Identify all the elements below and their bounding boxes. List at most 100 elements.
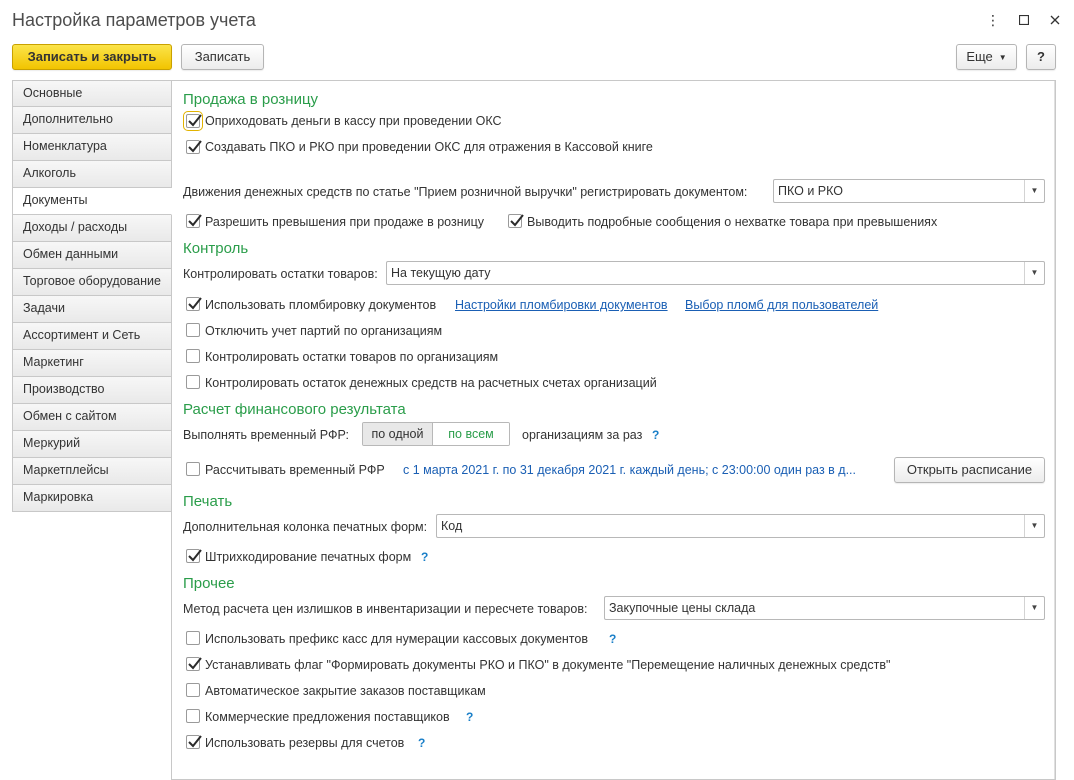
sidebar-item-additional[interactable]: Дополнительно: [12, 107, 172, 134]
checkbox-reserves[interactable]: [186, 735, 202, 749]
checkbox-reserves-label: Использовать резервы для счетов: [205, 736, 405, 750]
checkmark-icon: [188, 214, 202, 227]
save-button[interactable]: Записать: [181, 44, 264, 70]
checkbox-auto-close[interactable]: [186, 683, 200, 697]
print-column-value: Код: [441, 519, 463, 533]
sidebar-item-mercury[interactable]: Меркурий: [12, 431, 172, 458]
chevron-down-icon[interactable]: ▼: [1024, 262, 1044, 284]
price-method-label: Метод расчета цен излишков в инвентариза…: [183, 602, 588, 616]
sidebar-item-assortment[interactable]: Ассортимент и Сеть: [12, 323, 172, 350]
checkbox-allow-excess-label: Разрешить превышения при продаже в розни…: [205, 215, 485, 229]
sidebar-item-marketing[interactable]: Маркетинг: [12, 350, 172, 377]
help-button[interactable]: ?: [1026, 44, 1056, 70]
checkbox-cash-by-org[interactable]: [186, 375, 200, 389]
section-heading-retail: Продажа в розницу: [183, 91, 319, 108]
section-heading-control: Контроль: [183, 240, 249, 257]
sidebar-item-production[interactable]: Производство: [12, 377, 172, 404]
checkbox-cash-by-org-label: Контролировать остаток денежных средств …: [205, 376, 657, 390]
checkbox-disable-batches-label: Отключить учет партий по организациям: [205, 324, 443, 338]
checkmark-icon: [188, 549, 202, 562]
section-heading-print: Печать: [183, 493, 233, 510]
more-button-label: Еще: [966, 49, 993, 64]
checkbox-set-flag-label: Устанавливать флаг "Формировать документ…: [205, 658, 891, 672]
chevron-down-icon[interactable]: ▼: [1024, 597, 1044, 619]
help-icon[interactable]: ?: [609, 632, 616, 646]
checkbox-cash-prefix-label: Использовать префикс касс для нумерации …: [205, 632, 588, 646]
checkbox-auto-close-label: Автоматическое закрытие заказов поставщи…: [205, 684, 486, 698]
title-bar: Настройка параметров учета ⋮: [0, 0, 1074, 42]
movement-document-value: ПКО и РКО: [778, 184, 843, 198]
seal-settings-link[interactable]: Настройки пломбировки документов: [455, 298, 668, 312]
rfr-mode-toggle[interactable]: по одной по всем: [362, 422, 510, 446]
checkbox-calc-rfr-label: Рассчитывать временный РФР: [205, 463, 385, 477]
stock-control-select[interactable]: На текущую дату ▼: [386, 261, 1045, 285]
checkbox-detailed-messages-label: Выводить подробные сообщения о нехватке …: [527, 215, 938, 229]
checkmark-icon: [188, 297, 202, 310]
checkbox-use-seals-label: Использовать пломбировку документов: [205, 298, 437, 312]
help-icon[interactable]: ?: [421, 550, 428, 564]
help-icon[interactable]: ?: [418, 736, 425, 750]
checkbox-commercial-offers[interactable]: [186, 709, 200, 723]
movement-document-select[interactable]: ПКО и РКО ▼: [773, 179, 1045, 203]
rfr-mode-all[interactable]: по всем: [433, 423, 509, 445]
stock-control-label: Контролировать остатки товаров:: [183, 267, 378, 281]
checkbox-barcode-label: Штрихкодирование печатных форм: [205, 550, 412, 564]
chevron-down-icon: ▼: [998, 53, 1007, 62]
sidebar-item-tasks[interactable]: Задачи: [12, 296, 172, 323]
checkmark-icon: [188, 735, 202, 748]
scrollbar[interactable]: [1054, 81, 1055, 779]
checkmark-icon: [188, 657, 202, 670]
checkbox-allow-excess[interactable]: [186, 214, 202, 228]
sidebar-nav: Основные Дополнительно Номенклатура Алко…: [12, 80, 172, 512]
help-icon[interactable]: ?: [652, 428, 659, 442]
price-method-select[interactable]: Закупочные цены склада ▼: [604, 596, 1045, 620]
sidebar-item-data-exchange[interactable]: Обмен данными: [12, 242, 172, 269]
checkbox-post-cash[interactable]: [183, 111, 203, 131]
rfr-mode-one[interactable]: по одной: [363, 423, 433, 445]
checkbox-stock-by-org-label: Контролировать остатки товаров по органи…: [205, 350, 499, 364]
sidebar-item-marketplaces[interactable]: Маркетплейсы: [12, 458, 172, 485]
save-and-close-button[interactable]: Записать и закрыть: [12, 44, 172, 70]
rfr-suffix-label: организациям за раз: [522, 428, 643, 442]
sidebar-item-site-exchange[interactable]: Обмен с сайтом: [12, 404, 172, 431]
schedule-link[interactable]: с 1 марта 2021 г. по 31 декабря 2021 г. …: [403, 463, 856, 477]
sidebar-item-trade-equipment[interactable]: Торговое оборудование: [12, 269, 172, 296]
checkbox-detailed-messages[interactable]: [508, 214, 524, 228]
settings-panel: Продажа в розницу Оприходовать деньги в …: [171, 80, 1056, 780]
sidebar-item-alcohol[interactable]: Алкоголь: [12, 161, 172, 188]
seal-selection-link[interactable]: Выбор пломб для пользователей: [685, 298, 878, 312]
rfr-label: Выполнять временный РФР:: [183, 428, 350, 442]
checkbox-disable-batches[interactable]: [186, 323, 200, 337]
more-button[interactable]: Еще ▼: [956, 44, 1017, 70]
sidebar-item-income-expenses[interactable]: Доходы / расходы: [12, 215, 172, 242]
checkbox-calc-rfr[interactable]: [186, 462, 200, 476]
movement-document-label: Движения денежных средств по статье "При…: [183, 185, 748, 199]
maximize-icon[interactable]: [1014, 10, 1034, 30]
stock-control-value: На текущую дату: [391, 266, 491, 280]
sidebar-item-marking[interactable]: Маркировка: [12, 485, 172, 512]
kebab-menu-icon[interactable]: ⋮: [983, 10, 1003, 30]
close-icon[interactable]: [1045, 10, 1065, 30]
checkbox-stock-by-org[interactable]: [186, 349, 200, 363]
checkbox-create-pko-rko-label: Создавать ПКО и РКО при проведении ОКС д…: [205, 140, 653, 154]
checkbox-create-pko-rko[interactable]: [186, 140, 202, 154]
checkbox-set-flag[interactable]: [186, 657, 202, 671]
sidebar-item-basic[interactable]: Основные: [12, 80, 172, 107]
sidebar-item-documents[interactable]: Документы: [12, 188, 172, 215]
help-icon[interactable]: ?: [466, 710, 473, 724]
checkmark-icon: [510, 214, 524, 227]
chevron-down-icon[interactable]: ▼: [1024, 515, 1044, 537]
open-schedule-button[interactable]: Открыть расписание: [894, 457, 1045, 483]
window-title: Настройка параметров учета: [12, 10, 256, 30]
checkmark-icon: [188, 114, 202, 127]
price-method-value: Закупочные цены склада: [609, 601, 756, 615]
checkbox-barcode[interactable]: [186, 549, 202, 563]
section-heading-other: Прочее: [183, 575, 235, 592]
sidebar-item-nomenclature[interactable]: Номенклатура: [12, 134, 172, 161]
chevron-down-icon[interactable]: ▼: [1024, 180, 1044, 202]
checkbox-use-seals[interactable]: [186, 297, 202, 311]
checkbox-post-cash-label: Оприходовать деньги в кассу при проведен…: [205, 114, 502, 128]
checkbox-cash-prefix[interactable]: [186, 631, 200, 645]
section-heading-financial: Расчет финансового результата: [183, 401, 406, 418]
print-column-select[interactable]: Код ▼: [436, 514, 1045, 538]
